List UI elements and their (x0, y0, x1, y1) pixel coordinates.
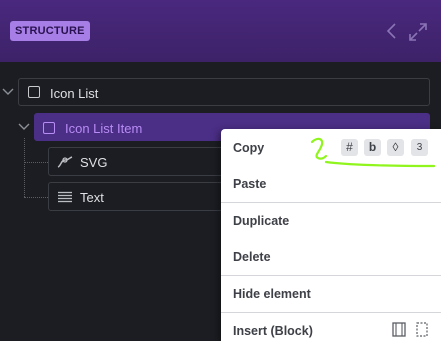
tree-item-label: Text (80, 190, 104, 205)
checkbox-icon (43, 122, 55, 134)
tree-connector (24, 162, 48, 163)
tree-connector (24, 138, 25, 197)
menu-item-hide-element[interactable]: Hide element (233, 287, 311, 301)
block-icon[interactable] (392, 322, 406, 337)
structure-panel-header: STRUCTURE (0, 0, 441, 62)
chevron-down-icon[interactable] (17, 122, 31, 132)
tree-item-label: SVG (80, 155, 108, 170)
box-icon[interactable] (416, 322, 428, 337)
menu-item-insert-block[interactable]: Insert (Block) (233, 324, 313, 338)
annotation-scribble (310, 137, 436, 168)
tree-item-icon-list[interactable]: Icon List (18, 78, 430, 106)
expand-icon[interactable] (408, 22, 428, 42)
menu-item-paste[interactable]: Paste (233, 177, 266, 191)
tree-connector (24, 197, 48, 198)
structure-badge: STRUCTURE (10, 21, 90, 41)
menu-item-duplicate[interactable]: Duplicate (233, 214, 289, 228)
menu-divider (221, 275, 441, 276)
chevron-down-icon[interactable] (1, 87, 15, 97)
tree-item-label: Icon List (50, 86, 99, 101)
tree-item-text[interactable]: Text (48, 182, 248, 211)
menu-divider (221, 312, 441, 313)
menu-divider (221, 202, 441, 203)
menu-item-copy[interactable]: Copy (233, 141, 264, 155)
tree-item-svg[interactable]: SVG (48, 147, 248, 176)
svg-icon (57, 156, 73, 168)
tree-item-label: Icon List Item (65, 121, 143, 136)
text-lines-icon (58, 191, 72, 203)
menu-item-delete[interactable]: Delete (233, 250, 271, 264)
context-menu: Copy # b ◊ 3 Paste Duplicate Delete Hide… (221, 129, 441, 341)
chevron-left-icon[interactable] (384, 22, 400, 40)
checkbox-icon (28, 86, 40, 98)
